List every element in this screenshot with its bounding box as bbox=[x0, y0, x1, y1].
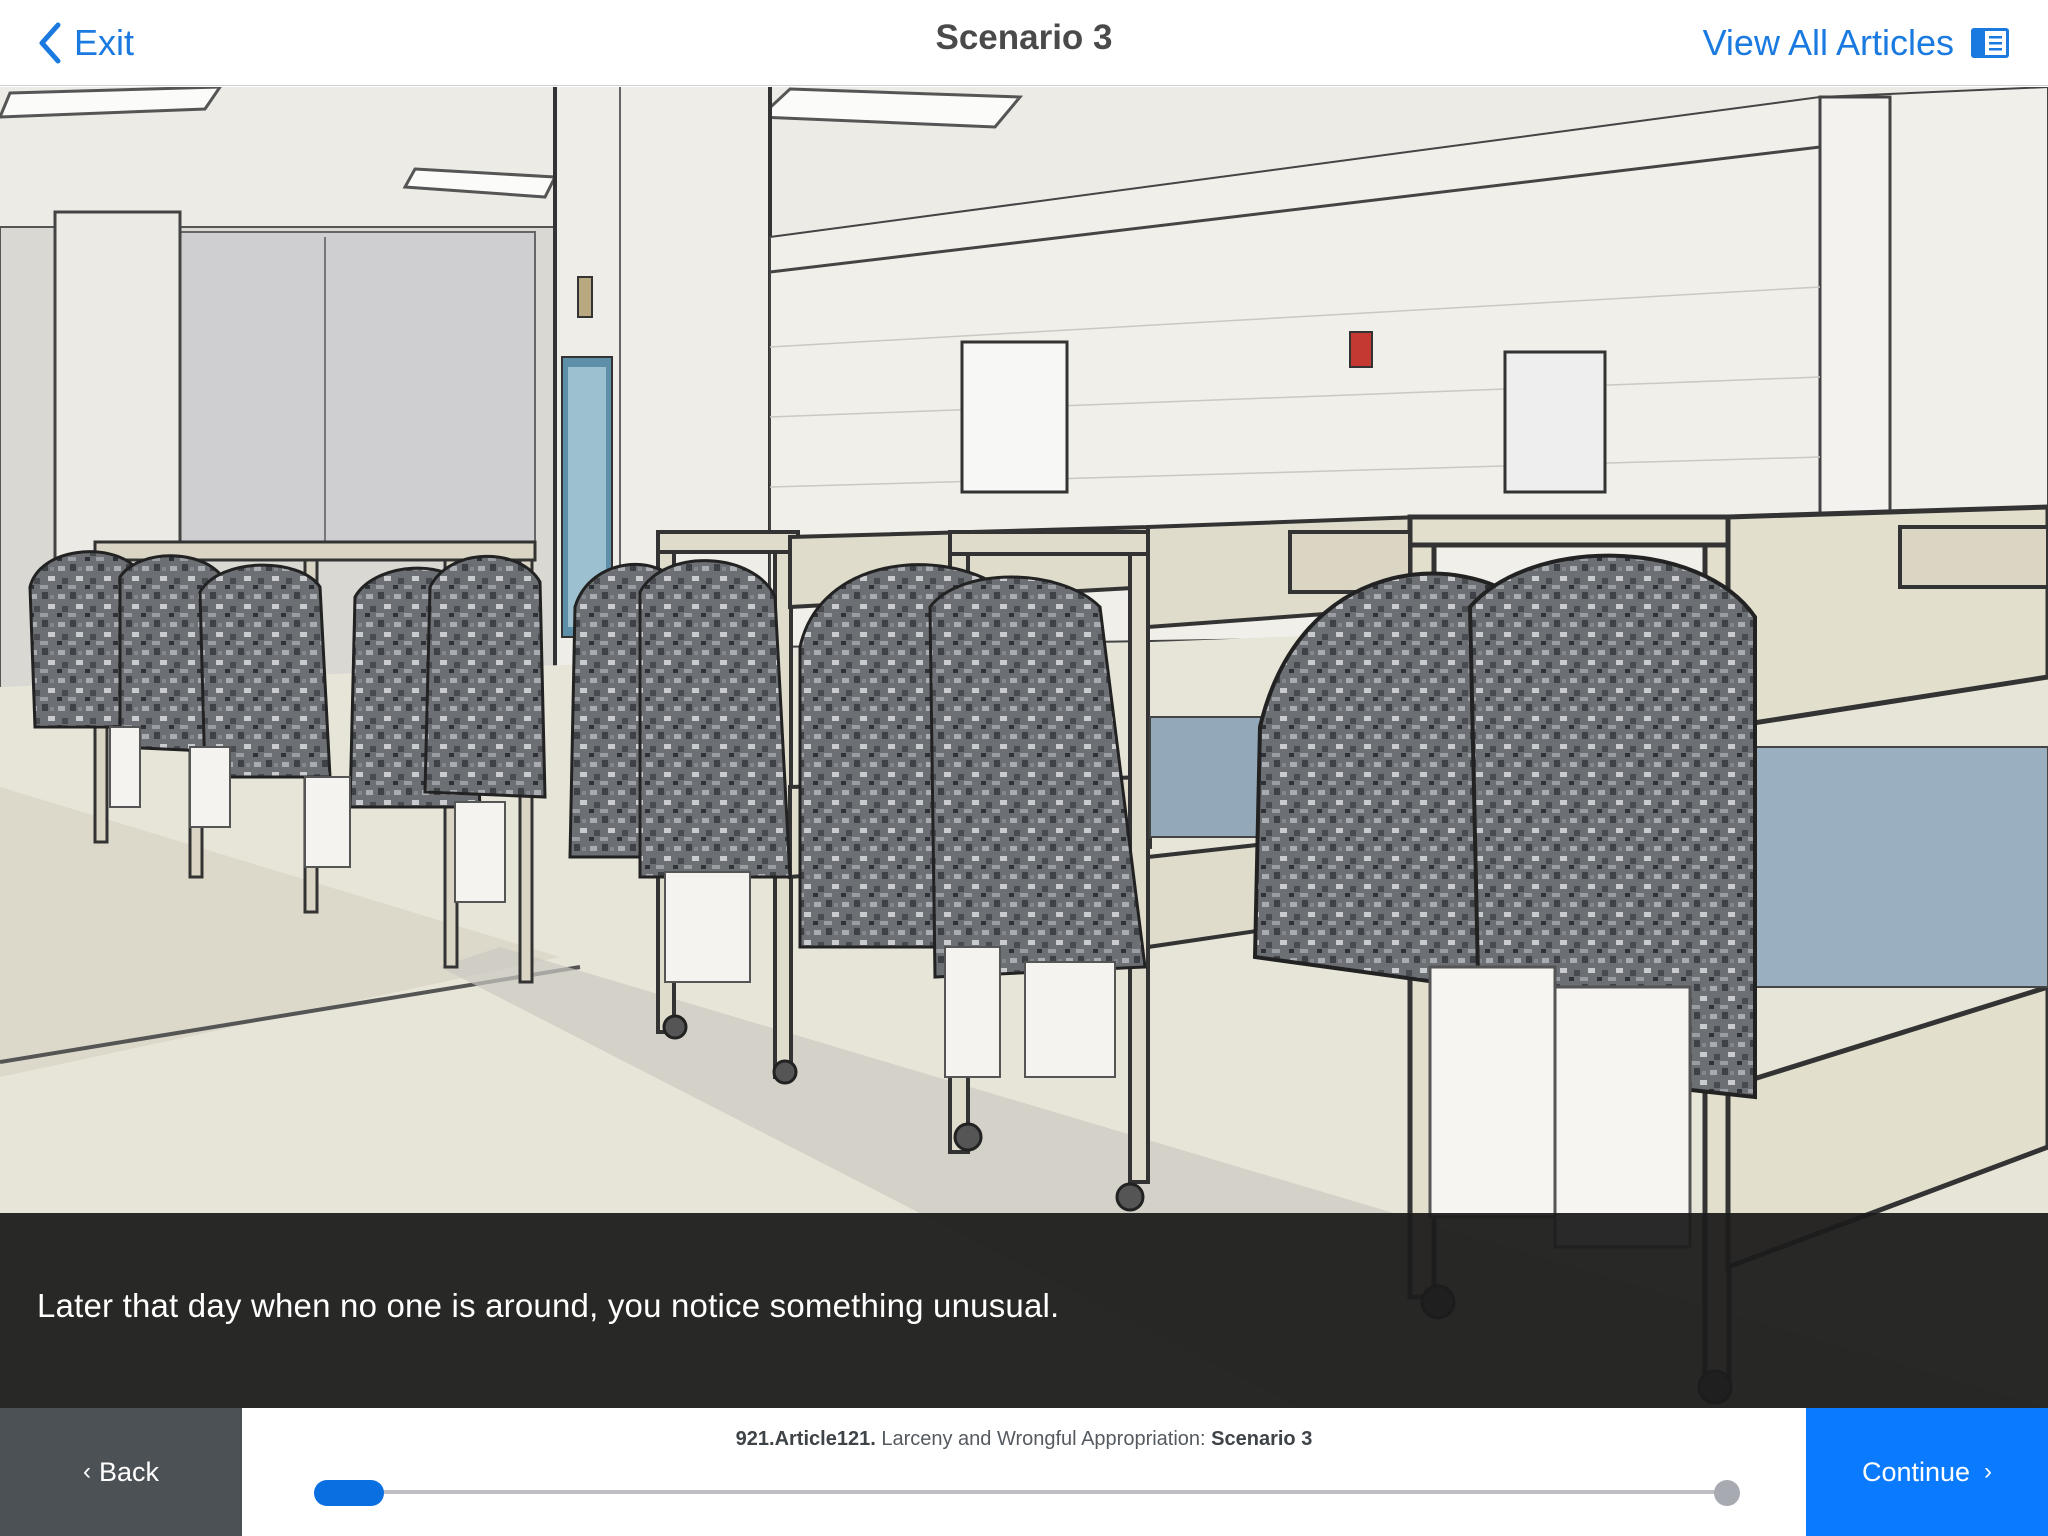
continue-label: Continue bbox=[1861, 1456, 1971, 1487]
articles-book-icon bbox=[1971, 28, 2009, 58]
chevron-left-icon: ‹ bbox=[82, 1458, 91, 1485]
back-button[interactable]: ‹ Back bbox=[0, 1408, 242, 1536]
back-label: Back bbox=[98, 1456, 160, 1487]
chevron-right-icon: › bbox=[1984, 1458, 1993, 1485]
breadcrumb-article: Larceny and Wrongful Appropriation: bbox=[875, 1428, 1212, 1450]
breadcrumb-code: 921.Article121. bbox=[735, 1428, 876, 1450]
breadcrumb: 921.Article121. Larceny and Wrongful App… bbox=[242, 1428, 1806, 1451]
caption-text: Later that day when no one is around, yo… bbox=[37, 1287, 1060, 1324]
caption-panel: Later that day when no one is around, yo… bbox=[0, 1213, 2048, 1408]
barracks-illustration bbox=[0, 87, 2048, 1408]
progress-track bbox=[314, 1490, 1724, 1494]
view-all-articles-label: View All Articles bbox=[1702, 22, 1954, 63]
progress-end-marker bbox=[1714, 1480, 1740, 1506]
continue-button[interactable]: Continue › bbox=[1806, 1408, 2048, 1536]
bottom-bar: ‹ Back 921.Article121. Larceny and Wrong… bbox=[0, 1408, 2048, 1536]
progress-area: 921.Article121. Larceny and Wrongful App… bbox=[242, 1408, 1806, 1536]
breadcrumb-scenario: Scenario 3 bbox=[1211, 1428, 1313, 1450]
top-bar: Exit Scenario 3 View All Articles bbox=[0, 0, 2048, 86]
view-all-articles-button[interactable]: View All Articles bbox=[1703, 18, 2010, 68]
progress-fill[interactable] bbox=[314, 1480, 384, 1506]
